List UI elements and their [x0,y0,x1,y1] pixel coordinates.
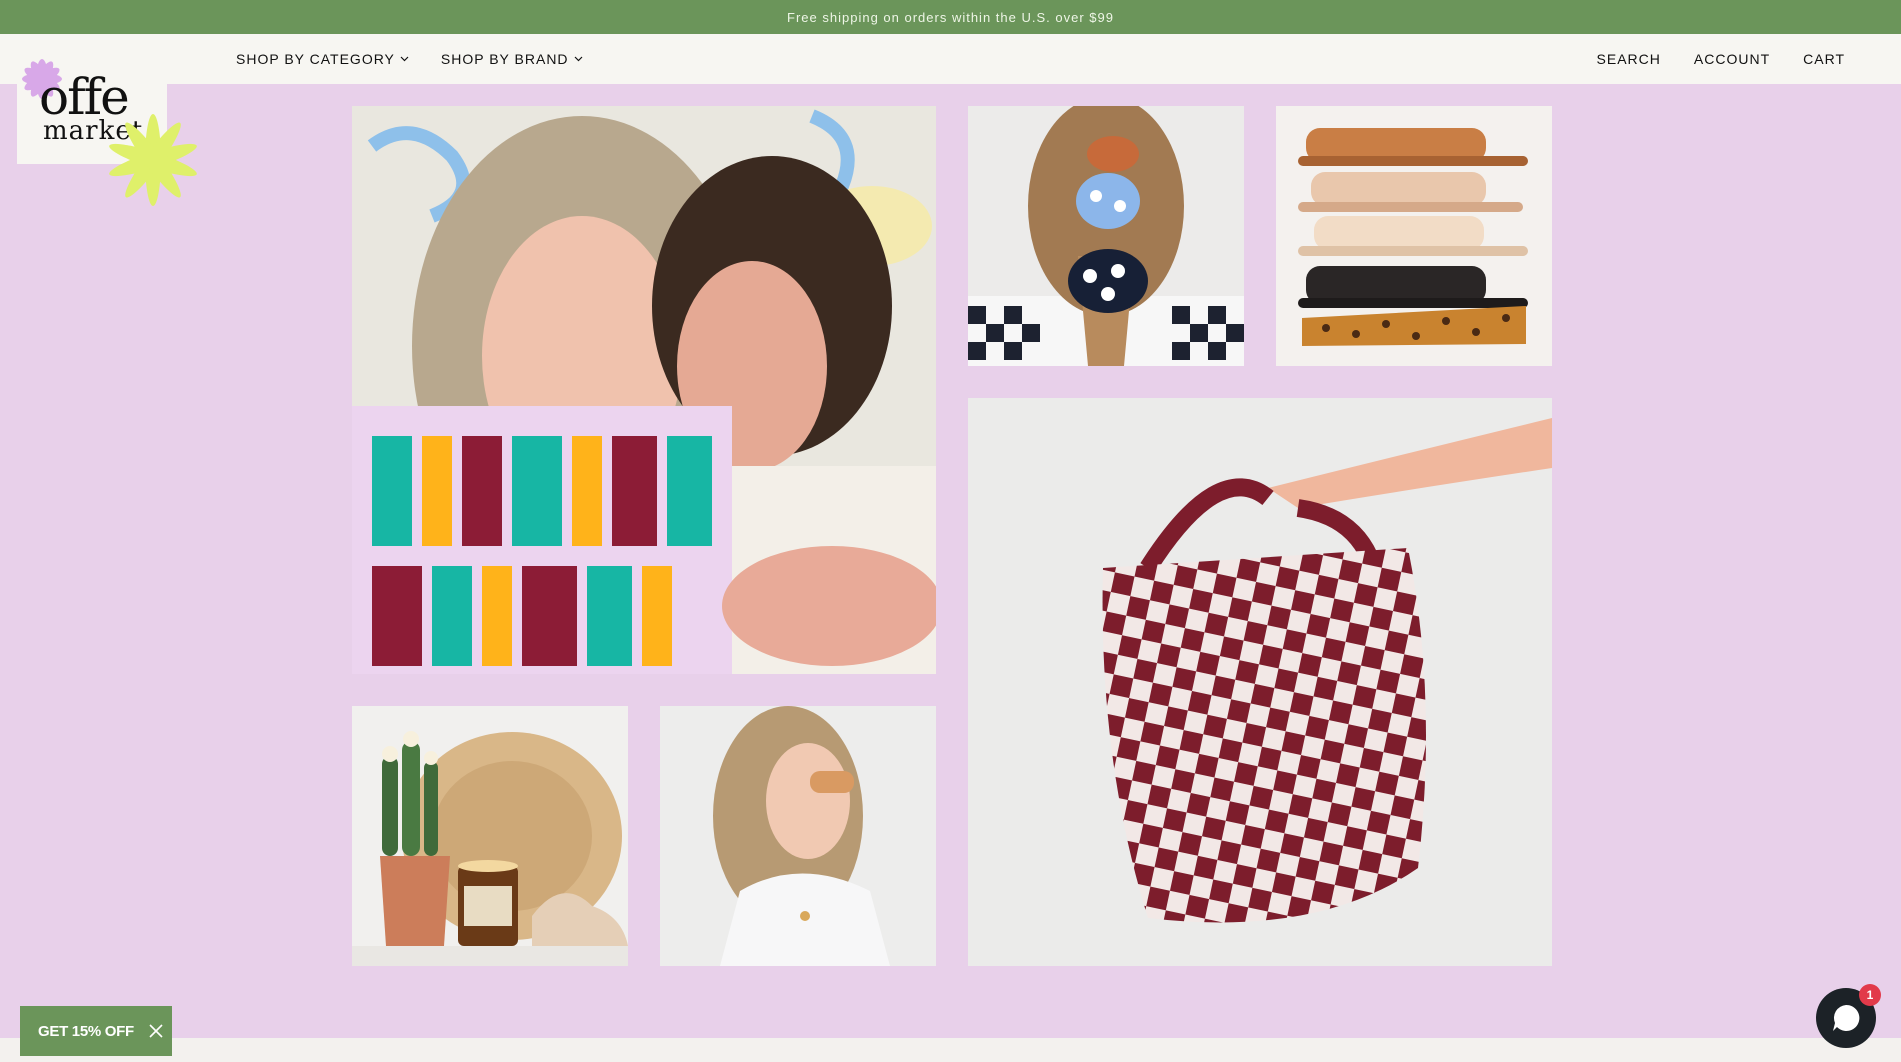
nav-search[interactable]: SEARCH [1597,51,1661,67]
gallery-image-cactus-candle-basket-shelf[interactable] [352,706,628,966]
gallery-image-stacked-slide-sandals[interactable] [1276,106,1552,366]
chat-unread-badge: 1 [1859,984,1881,1006]
nav-account[interactable]: ACCOUNT [1694,51,1770,67]
gallery-image-floral-scrunchies-ponytail[interactable] [968,106,1244,366]
nav-shop-by-brand[interactable]: SHOP BY BRAND [441,51,583,67]
nav-shop-by-category-label: SHOP BY CATEGORY [236,51,395,67]
yellow-flower-icon [109,114,197,206]
gallery-image-woman-in-sunglasses[interactable] [660,706,936,966]
chevron-down-icon [400,56,409,62]
gallery-image-checkered-tote-bag[interactable] [968,398,1552,966]
nav-cart[interactable]: CART [1803,51,1845,67]
site-header: SHOP BY CATEGORY SHOP BY BRAND SEARCH AC… [0,34,1901,84]
close-icon[interactable] [148,1023,164,1039]
utility-nav: SEARCH ACCOUNT CART [1597,34,1845,84]
promo-label: GET 15% OFF [38,1022,134,1040]
chat-bubble-icon [1833,1004,1860,1031]
nav-shop-by-category[interactable]: SHOP BY CATEGORY [236,51,409,67]
chevron-down-icon [574,56,582,62]
nav-shop-by-brand-label: SHOP BY BRAND [440,51,569,67]
gallery-image-two-women-portrait[interactable] [352,106,936,674]
get-discount-tab[interactable]: GET 15% OFF [20,1006,172,1056]
announcement-bar: Free shipping on orders within the U.S. … [0,0,1901,34]
announcement-text: Free shipping on orders within the U.S. … [787,9,1114,25]
footer-strip [0,1038,1901,1062]
primary-nav: SHOP BY CATEGORY SHOP BY BRAND [236,34,583,84]
site-logo[interactable]: offe market [17,52,203,212]
